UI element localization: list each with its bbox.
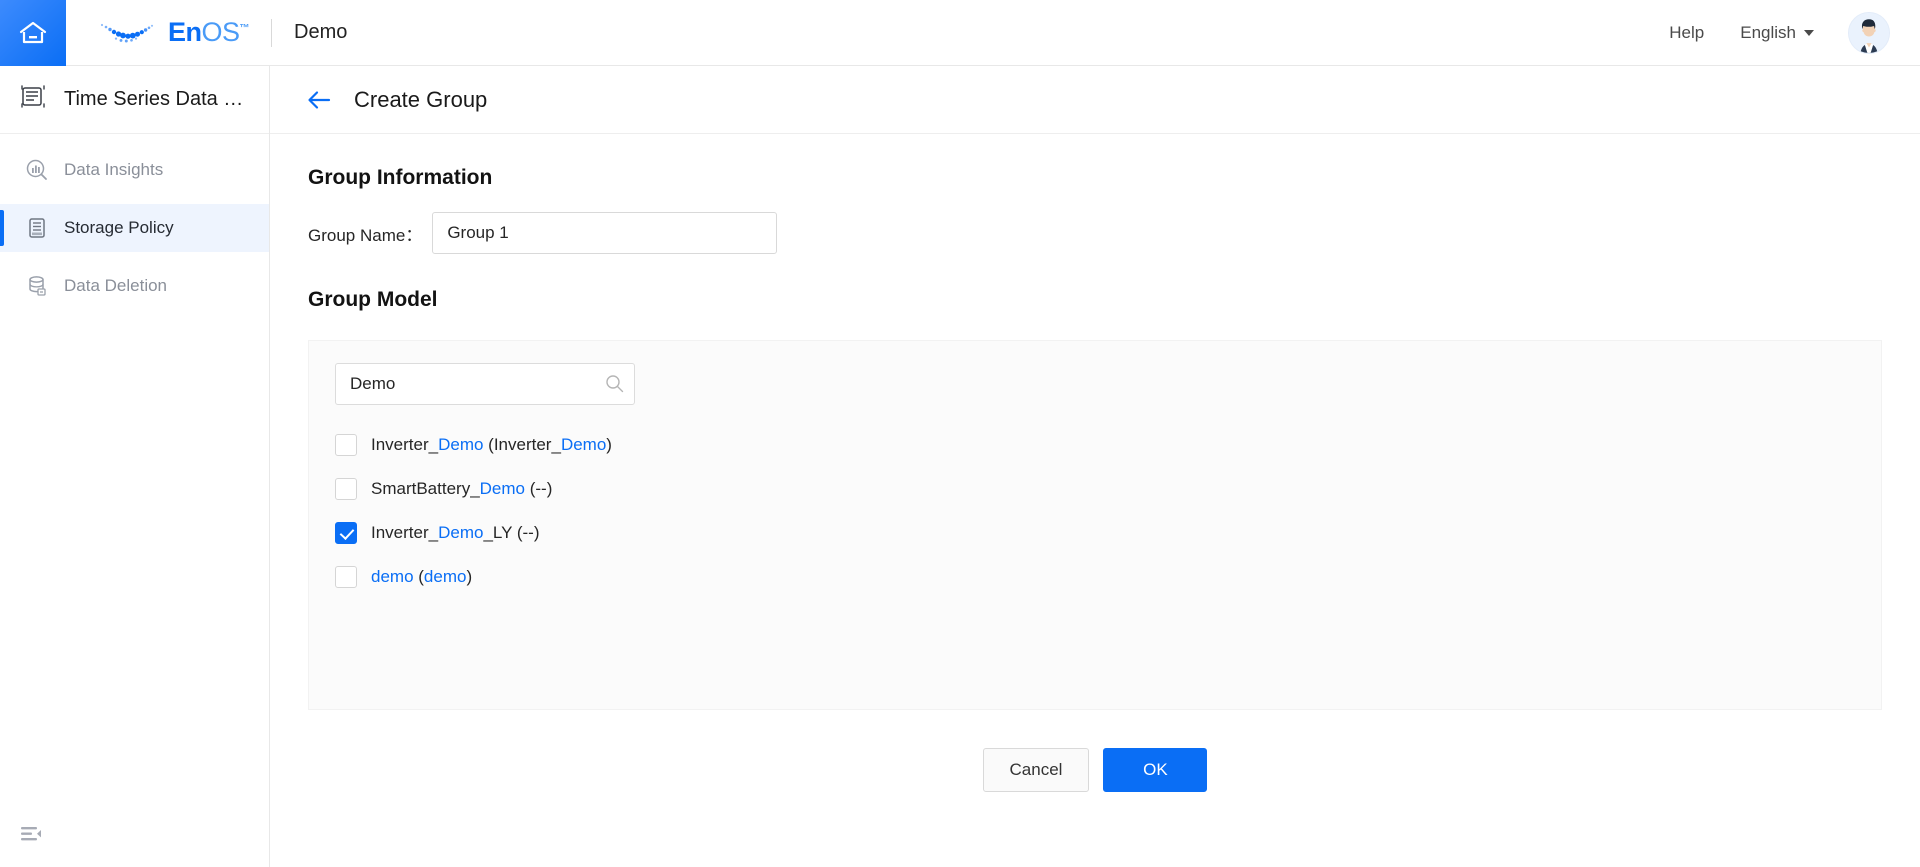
language-selector[interactable]: English bbox=[1740, 23, 1814, 43]
top-header-bar: EnOS™ Demo Help English bbox=[0, 0, 1920, 66]
header-actions: Help English bbox=[1669, 11, 1920, 54]
brand-logo[interactable]: EnOS™ bbox=[98, 17, 250, 47]
group-name-input[interactable] bbox=[432, 212, 778, 254]
group-model-heading: Group Model bbox=[308, 288, 438, 311]
model-list-item[interactable]: SmartBattery_Demo (--) bbox=[335, 467, 1855, 511]
model-list-item-label: Inverter_Demo_LY (--) bbox=[371, 523, 540, 542]
sidebar-item-label: Data Deletion bbox=[64, 276, 168, 295]
user-avatar-icon bbox=[1849, 12, 1889, 53]
sidebar-app-title-label: Time Series Data … bbox=[64, 88, 244, 110]
sidebar: Time Series Data … Data Insights Storage… bbox=[0, 66, 270, 867]
checkbox-unchecked[interactable] bbox=[335, 566, 357, 588]
home-button[interactable] bbox=[0, 0, 66, 66]
group-information-heading: Group Information bbox=[308, 166, 493, 189]
brand-wordmark: EnOS™ bbox=[168, 17, 250, 47]
brand-en: En bbox=[168, 17, 202, 47]
brand-os: OS bbox=[201, 17, 241, 47]
model-list-item-label: SmartBattery_Demo (--) bbox=[371, 479, 553, 498]
page-header: Create Group bbox=[270, 66, 1920, 134]
enos-swoosh-icon bbox=[98, 20, 168, 46]
checkbox-checked[interactable] bbox=[335, 522, 357, 544]
data-deletion-icon bbox=[24, 273, 50, 299]
data-insights-icon bbox=[24, 157, 50, 183]
time-series-icon bbox=[18, 82, 64, 117]
collapse-sidebar-icon bbox=[18, 827, 44, 851]
storage-policy-icon bbox=[24, 215, 50, 241]
sidebar-app-title: Time Series Data … bbox=[0, 66, 269, 134]
back-arrow-icon[interactable] bbox=[306, 87, 332, 113]
sidebar-item-label: Data Insights bbox=[64, 160, 164, 179]
group-model-panel: Inverter_Demo (Inverter_Demo) SmartBatter… bbox=[308, 340, 1882, 710]
help-link[interactable]: Help bbox=[1669, 23, 1704, 43]
model-list-item-label: Inverter_Demo (Inverter_Demo) bbox=[371, 435, 612, 454]
model-list-item[interactable]: Inverter_Demo (Inverter_Demo) bbox=[335, 423, 1855, 467]
group-name-label: Group Name： bbox=[308, 225, 423, 245]
model-list-item[interactable]: demo (demo) bbox=[335, 555, 1855, 599]
model-search-box bbox=[335, 363, 635, 405]
sidebar-menu: Data Insights Storage Policy Data Deleti… bbox=[0, 134, 269, 310]
brand-tm: ™ bbox=[239, 23, 250, 34]
tenant-name: Demo bbox=[294, 21, 348, 43]
checkbox-unchecked[interactable] bbox=[335, 434, 357, 456]
header-divider bbox=[271, 18, 273, 47]
cancel-button[interactable]: Cancel bbox=[982, 748, 1090, 792]
page-title: Create Group bbox=[354, 86, 488, 112]
checkbox-unchecked[interactable] bbox=[335, 478, 357, 500]
model-checkbox-list: Inverter_Demo (Inverter_Demo) SmartBatter… bbox=[335, 423, 1855, 599]
sidebar-item-label: Storage Policy bbox=[64, 218, 174, 237]
sidebar-item-storage-policy[interactable]: Storage Policy bbox=[0, 204, 269, 252]
model-list-item-label: demo (demo) bbox=[371, 567, 473, 586]
home-icon bbox=[18, 20, 48, 46]
group-name-row: Group Name： bbox=[308, 212, 1882, 254]
sidebar-item-data-deletion[interactable]: Data Deletion bbox=[0, 262, 269, 310]
sidebar-item-data-insights[interactable]: Data Insights bbox=[0, 146, 269, 194]
main-content: Create Group Group Information Group Nam… bbox=[270, 66, 1920, 867]
model-list-item[interactable]: Inverter_Demo_LY (--) bbox=[335, 511, 1855, 555]
chevron-down-icon bbox=[1804, 29, 1814, 36]
collapse-sidebar-button[interactable] bbox=[18, 821, 44, 847]
ok-button[interactable]: OK bbox=[1103, 748, 1208, 792]
language-label: English bbox=[1740, 22, 1796, 42]
model-search-input[interactable] bbox=[335, 363, 635, 405]
form-actions: Cancel OK bbox=[308, 748, 1882, 792]
create-group-form: Group Information Group Name： Group Mode… bbox=[270, 134, 1920, 792]
avatar[interactable] bbox=[1848, 11, 1890, 54]
